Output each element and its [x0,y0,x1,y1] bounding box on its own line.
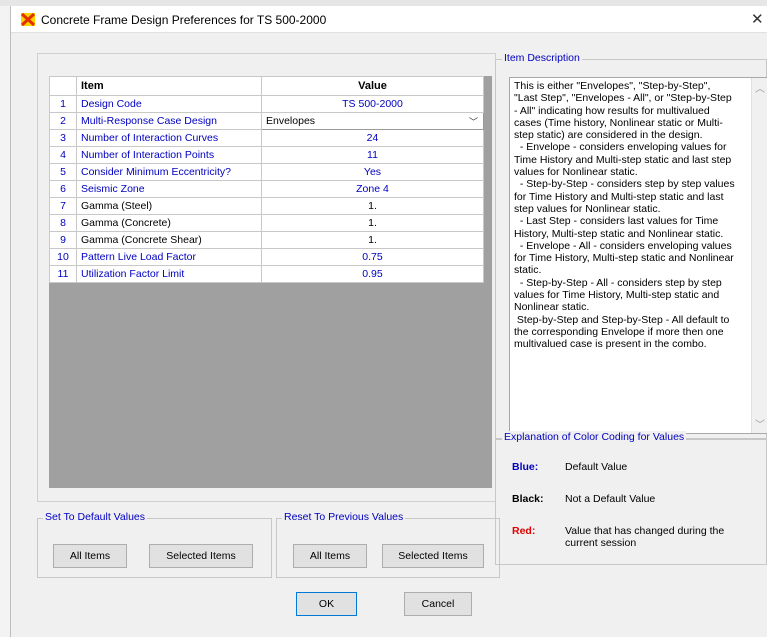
row-number: 9 [49,231,77,249]
preferences-grid: Item Value 1 Design Code TS 500-2000 2 M… [49,76,492,488]
table-row[interactable]: 10 Pattern Live Load Factor 0.75 [49,248,484,266]
header-num [49,76,77,96]
scroll-up-icon[interactable]: ︿ [755,80,765,95]
row-number: 2 [49,112,77,130]
set-default-group: Set To Default Values All Items Selected… [37,511,272,578]
table-row[interactable]: 1 Design Code TS 500-2000 [49,95,484,113]
row-item: Number of Interaction Points [76,146,262,164]
row-value[interactable]: 11 [261,146,484,164]
set-default-all-button[interactable]: All Items [53,544,127,568]
title-bar: Concrete Frame Design Preferences for TS… [11,6,767,33]
row-number: 8 [49,214,77,232]
row-item: Seismic Zone [76,180,262,198]
table-row[interactable]: 7 Gamma (Steel) 1. [49,197,484,215]
black-label: Black: [512,493,544,505]
row-number: 5 [49,163,77,181]
table-header-row: Item Value [49,76,484,96]
red-label: Red: [512,525,536,537]
reset-previous-selected-button[interactable]: Selected Items [382,544,484,568]
row-item: Utilization Factor Limit [76,265,262,283]
black-desc: Not a Default Value [565,493,656,505]
color-coding-title: Explanation of Color Coding for Values [502,431,687,443]
row-item: Number of Interaction Curves [76,129,262,147]
color-coding-group: Explanation of Color Coding for Values B… [495,431,767,565]
row-value[interactable]: 1. [261,231,484,249]
description-scrollbar[interactable]: ︿ ﹀ [751,78,767,433]
row-number: 10 [49,248,77,266]
row-value[interactable]: Zone 4 [261,180,484,198]
item-description-title: Item Description [502,52,582,64]
row-item: Pattern Live Load Factor [76,248,262,266]
row-number: 11 [49,265,77,283]
row-item: Gamma (Concrete) [76,214,262,232]
row-number: 3 [49,129,77,147]
row-value[interactable]: TS 500-2000 [261,95,484,113]
row-item: Multi-Response Case Design [76,112,262,130]
reset-previous-title: Reset To Previous Values [282,511,406,523]
row-number: 7 [49,197,77,215]
row-number: 4 [49,146,77,164]
table-row[interactable]: 3 Number of Interaction Curves 24 [49,129,484,147]
red-desc: Value that has changed during the curren… [565,525,725,549]
cancel-button[interactable]: Cancel [404,592,472,616]
row-number: 6 [49,180,77,198]
row-item: Consider Minimum Eccentricity? [76,163,262,181]
row-item: Design Code [76,95,262,113]
item-description-text: This is either "Envelopes", "Step-by-Ste… [514,80,735,351]
set-default-title: Set To Default Values [43,511,148,523]
set-default-selected-button[interactable]: Selected Items [149,544,253,568]
app-logo-icon [21,13,35,26]
multi-response-dropdown[interactable]: Envelopes ﹀ [261,112,484,130]
window-title: Concrete Frame Design Preferences for TS… [41,13,327,27]
blue-label: Blue: [512,461,539,473]
ok-button[interactable]: OK [296,592,357,616]
table-row[interactable]: 6 Seismic Zone Zone 4 [49,180,484,198]
preferences-table: Item Value 1 Design Code TS 500-2000 2 M… [49,76,484,283]
row-value[interactable]: 1. [261,197,484,215]
row-value[interactable]: 0.95 [261,265,484,283]
row-item: Gamma (Steel) [76,197,262,215]
table-row[interactable]: 11 Utilization Factor Limit 0.95 [49,265,484,283]
blue-desc: Default Value [565,461,628,473]
row-number: 1 [49,95,77,113]
table-row[interactable]: 8 Gamma (Concrete) 1. [49,214,484,232]
header-value: Value [261,76,484,96]
row-value[interactable]: Yes [261,163,484,181]
chevron-down-icon[interactable]: ﹀ [469,115,478,128]
table-row[interactable]: 9 Gamma (Concrete Shear) 1. [49,231,484,249]
table-row[interactable]: 4 Number of Interaction Points 11 [49,146,484,164]
table-row[interactable]: 5 Consider Minimum Eccentricity? Yes [49,163,484,181]
table-row[interactable]: 2 Multi-Response Case Design Envelopes ﹀ [49,112,484,130]
item-description-box[interactable]: This is either "Envelopes", "Step-by-Ste… [509,77,767,434]
scroll-down-icon[interactable]: ﹀ [755,416,765,431]
reset-previous-all-button[interactable]: All Items [293,544,367,568]
row-item: Gamma (Concrete Shear) [76,231,262,249]
row-value[interactable]: 1. [261,214,484,232]
close-icon[interactable]: ✕ [751,10,764,28]
row-value[interactable]: 24 [261,129,484,147]
preferences-dialog: Concrete Frame Design Preferences for TS… [10,6,767,637]
dropdown-selected-value: Envelopes [266,115,316,127]
row-value[interactable]: 0.75 [261,248,484,266]
header-item: Item [76,76,262,96]
reset-previous-group: Reset To Previous Values All Items Selec… [276,511,500,578]
